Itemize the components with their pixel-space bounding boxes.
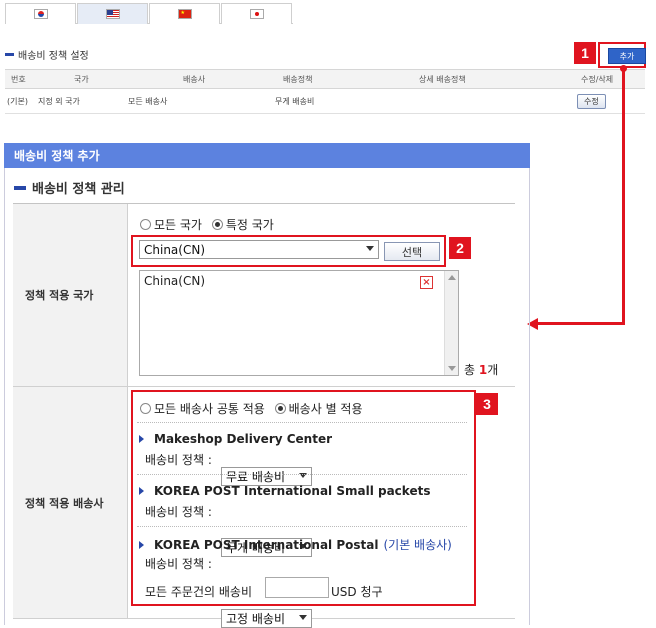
china-flag-icon: ★ [177, 9, 192, 19]
radio-each-carrier-label: 배송사 별 적용 [288, 402, 363, 416]
col-detail-policy: 상세 배송정책 [419, 74, 466, 84]
tab-usa[interactable] [77, 3, 148, 24]
country-select-value: China(CN) [144, 242, 205, 257]
tab-korea[interactable] [5, 3, 76, 24]
col-edit-delete: 수정/삭제 [581, 74, 614, 84]
radio-all-countries[interactable] [140, 219, 151, 230]
radio-common-carrier-label: 모든 배송사 공통 적용 [154, 402, 265, 416]
scroll-up-icon [448, 275, 456, 280]
chevron-down-icon [299, 615, 307, 620]
fee-suffix: USD 청구 [331, 585, 383, 599]
divider [137, 474, 467, 475]
table-row: (기본) 지정 외 국가 모든 배송사 무게 배송비 수정 [5, 90, 645, 114]
title-bar-marker [5, 53, 14, 56]
carrier-policy-label: 배송비 정책 : [145, 505, 212, 519]
row-policy: 무게 배송비 [275, 97, 315, 106]
country-select[interactable]: China(CN) [139, 240, 379, 259]
tab-japan[interactable] [221, 3, 292, 24]
bullet-triangle-icon [139, 435, 144, 443]
carrier-scope-radios: 모든 배송사 공통 적용 배송사 별 적용 [140, 400, 363, 417]
country-scope-radios: 모든 국가 특정 국가 [140, 216, 274, 233]
policy-table-header: 번호 국가 배송사 배송정책 상세 배송정책 수정/삭제 [5, 69, 645, 89]
total-suffix: 개 [487, 363, 499, 377]
total-count: 1 [478, 363, 488, 377]
carrier-row-label: 정책 적용 배송사 [13, 387, 128, 619]
policy-settings-title: 배송비 정책 설정 [5, 47, 89, 62]
radio-specific-country[interactable] [211, 219, 223, 230]
dialog-title: 배송비 정책 관리 [14, 178, 125, 197]
chevron-down-icon [366, 246, 374, 251]
country-row-label: 정책 적용 국가 [13, 204, 128, 386]
radio-common-carrier[interactable] [140, 403, 151, 414]
list-scrollbar[interactable] [444, 271, 458, 375]
carrier-heading: KOREA POST International Postal (기본 배송사) [139, 536, 452, 553]
carrier-heading: KOREA POST International Small packets [139, 484, 430, 498]
divider [137, 422, 467, 423]
japan-flag-icon [249, 9, 264, 19]
carrier-policy-label: 배송비 정책 : [145, 557, 212, 571]
carrier-policy-value: 고정 배송비 [226, 612, 286, 626]
bullet-triangle-icon [139, 540, 144, 549]
callout-badge-1: 1 [574, 42, 596, 64]
row-number: (기본) [7, 97, 28, 106]
carrier-name: KOREA POST International Small packets [154, 484, 431, 498]
carrier-name: Makeshop Delivery Center [154, 432, 333, 446]
remove-icon[interactable]: × [420, 276, 433, 289]
carrier-policy-value: 무료 배송비 [226, 470, 286, 484]
callout-badge-2: 2 [449, 237, 471, 259]
select-country-button[interactable]: 선택 [384, 242, 440, 261]
carrier-heading: Makeshop Delivery Center [139, 432, 332, 446]
language-tab-bar: ★ [5, 3, 293, 24]
fee-prefix: 모든 주문건의 배송비 [145, 585, 252, 599]
radio-all-countries-label: 모든 국가 [154, 218, 202, 232]
carrier-policy-label: 배송비 정책 : [145, 453, 212, 467]
row-country: 지정 외 국가 [38, 97, 80, 106]
carrier-name: KOREA POST International Postal [154, 537, 379, 552]
callout-arrow-vertical [622, 70, 625, 325]
carrier-policy-select[interactable]: 고정 배송비 [221, 609, 312, 628]
col-country: 국가 [74, 74, 89, 84]
col-policy: 배송정책 [283, 74, 313, 84]
policy-settings-title-text: 배송비 정책 설정 [18, 51, 89, 62]
total-prefix: 총 [464, 363, 476, 377]
callout-arrow-horizontal [537, 322, 625, 325]
title-bar-marker [14, 185, 26, 190]
radio-specific-country-label: 특정 국가 [225, 218, 274, 232]
country-total: 총 1개 [464, 361, 498, 378]
default-carrier-note: (기본 배송사) [383, 538, 452, 552]
korea-flag-icon [33, 9, 48, 19]
col-carrier: 배송사 [183, 74, 206, 84]
fixed-fee-input[interactable] [265, 577, 329, 598]
usa-flag-icon [105, 9, 120, 19]
tab-china[interactable]: ★ [149, 3, 220, 24]
dialog-header: 배송비 정책 추가 [4, 143, 530, 168]
scroll-down-icon [448, 366, 456, 371]
col-number: 번호 [11, 74, 26, 84]
divider [137, 526, 467, 527]
add-policy-button[interactable]: 추가 [608, 48, 646, 64]
dialog-title-text: 배송비 정책 관리 [32, 182, 125, 197]
row-carrier: 모든 배송사 [128, 97, 168, 106]
bullet-triangle-icon [139, 487, 144, 495]
selected-countries-list[interactable]: China(CN) × [139, 270, 459, 376]
callout-badge-3: 3 [476, 393, 498, 415]
edit-button[interactable]: 수정 [577, 94, 606, 109]
radio-each-carrier[interactable] [274, 403, 286, 414]
list-item: China(CN) [144, 274, 205, 288]
